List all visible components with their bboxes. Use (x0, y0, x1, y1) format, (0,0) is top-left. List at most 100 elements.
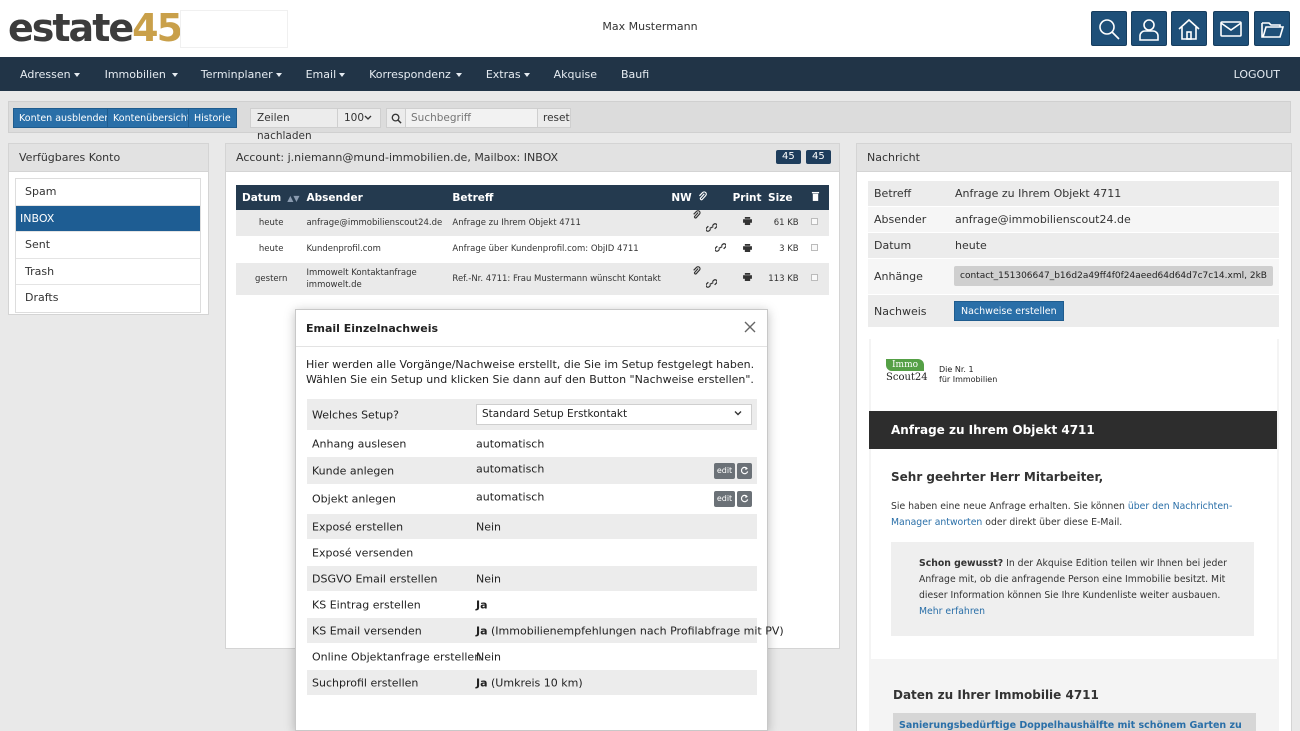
modal-title: Email Einzelnachweis (306, 322, 439, 335)
paperclip-icon (693, 210, 701, 219)
modal-row: Kunde anlegen automatisch edit (307, 457, 757, 485)
caret-down-icon (73, 72, 80, 77)
account-item-sent[interactable]: Sent (16, 232, 200, 259)
row-subject: Anfrage zu Ihrem Objekt 4711 (446, 210, 666, 237)
more-info-link[interactable]: Mehr erfahren (919, 606, 985, 617)
link-icon[interactable] (714, 243, 727, 252)
row-print[interactable] (726, 236, 763, 263)
folder-button[interactable] (1254, 11, 1290, 46)
sort-icon: ▲▼ (287, 193, 300, 203)
modal-row: Suchprofil erstellen Ja (Umkreis 10 km) (307, 670, 757, 696)
col-absender[interactable]: Absender (300, 185, 447, 210)
user-icon (1139, 18, 1159, 41)
hide-accounts-button[interactable]: Konten ausblenden (13, 108, 117, 128)
rows-select[interactable]: 100 (337, 108, 381, 128)
row-print[interactable] (726, 210, 763, 237)
modal-divider (296, 346, 767, 347)
folder-icon (1261, 21, 1284, 38)
account-item-inbox[interactable]: INBOX (16, 205, 200, 232)
refresh-button[interactable] (737, 491, 752, 507)
table-row[interactable]: heute Kundenprofil.com Anfrage über Kund… (236, 236, 829, 263)
row-checkbox[interactable] (804, 236, 829, 263)
account-item-spam[interactable]: Spam (16, 179, 200, 206)
setup-row: Welches Setup? Standard Setup Erstkontak… (307, 399, 757, 431)
col-attach[interactable] (692, 185, 727, 210)
modal-row: KS Email versenden Ja (Immobilienempfehlu… (307, 618, 784, 644)
modal-row: Objekt anlegen automatisch edit (307, 485, 757, 514)
col-delete[interactable] (804, 185, 829, 210)
print-icon (742, 217, 752, 226)
row-sender: anfrage@immobilienscout24.de (300, 210, 447, 237)
edit-button[interactable]: edit (714, 462, 735, 479)
main-nav: Adressen Immobilien Terminplaner Email K… (0, 57, 1300, 91)
row-icons (692, 236, 727, 263)
col-size[interactable]: Size (762, 185, 805, 210)
caret-down-icon (275, 72, 282, 77)
caret-down-icon (523, 72, 530, 77)
link-icon[interactable] (705, 279, 718, 288)
modal-row: Online Objektanfrage erstellen Nein (307, 644, 757, 670)
nav-adressen[interactable]: Adressen (20, 68, 80, 81)
nav-immobilien[interactable]: Immobilien (105, 68, 178, 81)
create-nachweis-button[interactable]: Nachweise erstellen (954, 301, 1064, 321)
message-nachweis-row: Nachweis Nachweise erstellen (868, 295, 1279, 328)
nav-akquise[interactable]: Akquise (554, 68, 597, 81)
account-overview-button[interactable]: Kontenübersicht (107, 108, 197, 128)
print-icon (742, 243, 752, 252)
mail-table: Datum ▲▼ Absender Betreff NW Print Size h… (236, 185, 829, 296)
trash-icon (811, 191, 819, 201)
account-item-trash[interactable]: Trash (16, 258, 200, 285)
search-button-small[interactable] (386, 108, 406, 128)
col-nw[interactable]: NW (665, 185, 693, 210)
accounts-title: Verfügbares Konto (9, 144, 208, 172)
col-betreff[interactable]: Betreff (446, 185, 666, 210)
search-button[interactable] (1091, 11, 1127, 46)
nav-email[interactable]: Email (306, 68, 346, 81)
search-icon (1099, 18, 1120, 40)
profile-button[interactable] (1131, 11, 1167, 46)
history-button[interactable]: Historie (188, 108, 237, 128)
mail-button[interactable] (1213, 11, 1249, 46)
logout-link[interactable]: LOGOUT (1234, 68, 1280, 81)
row-nw (665, 210, 693, 237)
row-checkbox[interactable] (804, 262, 829, 296)
user-name: Max Mustermann (602, 20, 698, 33)
table-row[interactable]: heute anfrage@immobilienscout24.de Anfra… (236, 210, 829, 237)
row-print[interactable] (726, 262, 763, 296)
message-date-row: Datum heute (868, 233, 1279, 259)
app-header: estate45 Max Mustermann (0, 0, 1300, 57)
account-item-drafts[interactable]: Drafts (16, 285, 200, 312)
account-list: Spam INBOX Sent Trash Drafts (15, 178, 201, 313)
nav-terminplaner[interactable]: Terminplaner (201, 68, 282, 81)
checkbox[interactable] (810, 217, 818, 225)
row-sender: Immowelt Kontaktanfrage immowelt.de (300, 262, 447, 296)
setup-select[interactable]: Standard Setup Erstkontakt (476, 404, 752, 425)
link-icon[interactable] (705, 223, 718, 233)
home-icon (1178, 18, 1200, 40)
checkbox[interactable] (810, 273, 818, 281)
row-size: 3 KB (762, 236, 805, 263)
count-badge: 45 (806, 150, 831, 164)
row-date: heute (236, 210, 301, 237)
reset-button[interactable]: reset (537, 108, 571, 128)
attachment-file[interactable]: contact_151306647_b16d2a49ff4f0f24aeed64… (954, 266, 1273, 286)
logo[interactable]: estate45 (8, 6, 183, 50)
preview-property-heading: Daten zu Ihrer Immobilie 4711 (893, 688, 1099, 702)
col-datum[interactable]: Datum ▲▼ (236, 185, 301, 210)
chevron-down-icon (734, 411, 742, 416)
count-badge: 45 (776, 150, 801, 164)
modal-row: Anhang auslesen automatisch (307, 431, 757, 457)
nav-baufi[interactable]: Baufi (621, 68, 649, 81)
checkbox[interactable] (810, 244, 818, 251)
modal-row: DSGVO Email erstellen Nein (307, 566, 757, 592)
table-row[interactable]: gestern Immowelt Kontaktanfrage immowelt.… (236, 262, 829, 296)
edit-button[interactable]: edit (714, 491, 735, 507)
refresh-button[interactable] (737, 462, 752, 479)
close-icon[interactable] (743, 320, 757, 334)
row-checkbox[interactable] (804, 210, 829, 237)
home-button[interactable] (1171, 11, 1207, 46)
col-print[interactable]: Print (726, 185, 763, 210)
nav-extras[interactable]: Extras (486, 68, 530, 81)
nav-korrespondenz[interactable]: Korrespondenz (369, 68, 462, 81)
search-input[interactable] (405, 108, 538, 128)
